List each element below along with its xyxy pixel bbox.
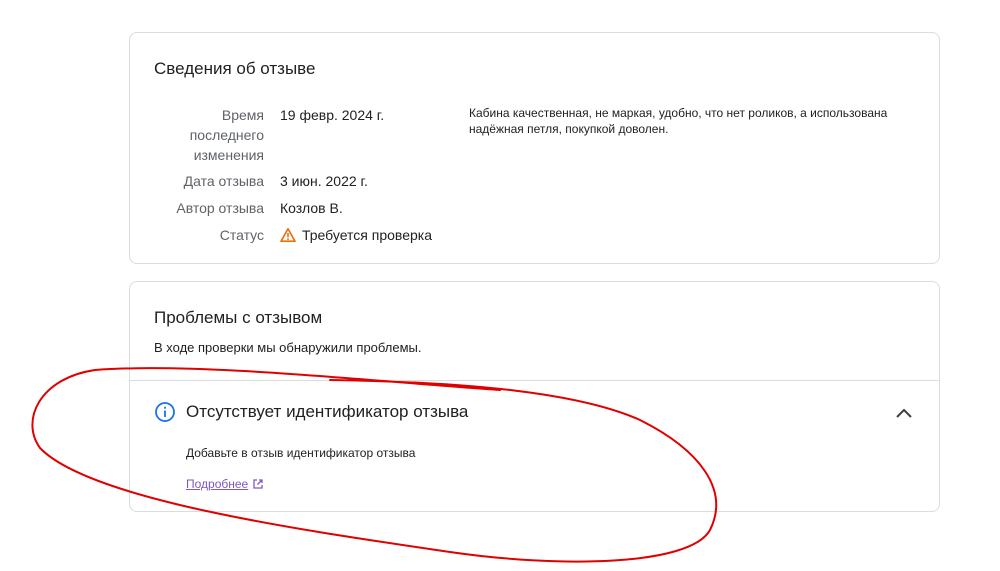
issue-header[interactable]: Отсутствует идентификатор отзыва: [154, 401, 468, 423]
learn-more-link[interactable]: Подробнее: [186, 477, 264, 491]
divider: [130, 380, 939, 381]
detail-value-modified: 19 февр. 2024 г.: [280, 107, 385, 123]
issue-description: Добавьте в отзыв идентификатор отзыва: [186, 446, 416, 460]
status-text: Требуется проверка: [302, 227, 433, 243]
info-icon: [154, 401, 176, 423]
chevron-up-icon[interactable]: [893, 402, 915, 424]
warning-triangle-icon: [280, 227, 296, 243]
detail-value-author: Козлов В.: [280, 200, 343, 216]
review-details-title: Сведения об отзыве: [154, 59, 316, 78]
learn-more-label: Подробнее: [186, 477, 249, 491]
detail-label-status: Статус: [219, 227, 264, 243]
review-problems-subtitle: В ходе проверки мы обнаружили проблемы.: [154, 340, 422, 355]
status-badge: Требуется проверка: [280, 225, 432, 245]
review-text: Кабина качественная, не маркая, удобно, …: [469, 106, 888, 136]
external-link-icon: [252, 478, 264, 490]
detail-label-date: Дата отзыва: [183, 173, 264, 189]
detail-value-date: 3 июн. 2022 г.: [280, 173, 368, 189]
review-details-card: Сведения об отзыве Время последнего изме…: [129, 32, 940, 264]
review-problems-card: Проблемы с отзывом В ходе проверки мы об…: [129, 281, 940, 512]
detail-label-modified: Время последнего изменения: [189, 107, 264, 163]
issue-title: Отсутствует идентификатор отзыва: [186, 402, 469, 421]
review-problems-title: Проблемы с отзывом: [154, 308, 323, 327]
detail-label-author: Автор отзыва: [176, 200, 264, 216]
